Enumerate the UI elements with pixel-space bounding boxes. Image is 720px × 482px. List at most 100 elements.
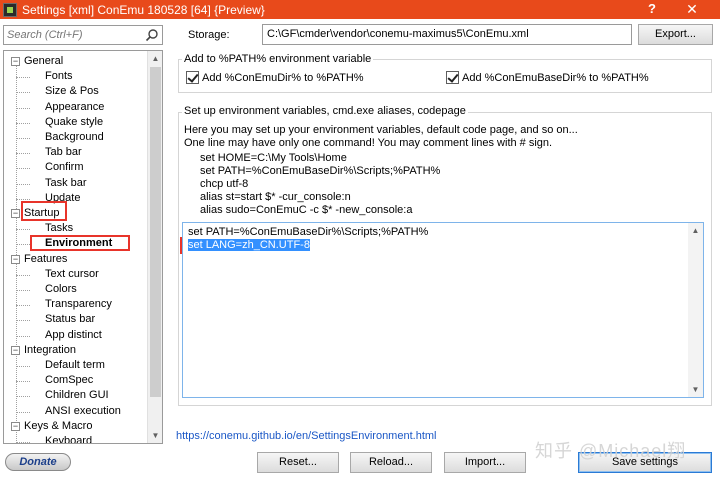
tree-connector: [16, 396, 30, 398]
tree-item-default-term[interactable]: Default term: [45, 358, 105, 373]
tree-item-text-cursor[interactable]: Text cursor: [45, 267, 99, 282]
tree-item-fonts[interactable]: Fonts: [45, 69, 73, 84]
window-title: Settings [xml] ConEmu 180528 [64] {Previ…: [22, 2, 265, 17]
title-bar: Settings [xml] ConEmu 180528 [64] {Previ…: [0, 0, 720, 19]
tree-item-label: Size & Pos: [45, 85, 99, 98]
example-line: alias sudo=ConEmuC -c $* -new_console:a: [200, 204, 413, 216]
environment-editor[interactable]: set PATH=%ConEmuBaseDir%\Scripts;%PATH% …: [182, 222, 704, 398]
chevron-down-icon[interactable]: ▼: [148, 428, 162, 443]
tree-item-app-distinct[interactable]: App distinct: [45, 328, 102, 343]
collapse-icon[interactable]: −: [11, 421, 20, 431]
tree-item-general[interactable]: General: [24, 54, 63, 69]
tree-item-status-bar[interactable]: Status bar: [45, 312, 95, 327]
chevron-up-icon[interactable]: ▲: [148, 51, 162, 66]
tree-connector: [16, 381, 30, 383]
conemu-app-icon: [3, 2, 17, 17]
tree-item-ansi-execution[interactable]: ANSI execution: [45, 404, 121, 419]
search-icon[interactable]: [145, 28, 159, 42]
tree-item-tasks[interactable]: Tasks: [45, 221, 73, 236]
tree-item-label: Default term: [45, 359, 105, 371]
chevron-down-icon[interactable]: ▼: [688, 382, 703, 397]
help-button[interactable]: ?: [644, 1, 660, 16]
example-line: chcp utf-8: [200, 178, 249, 190]
tree-item-confirm[interactable]: Confirm: [45, 160, 84, 175]
search-box: [3, 25, 163, 45]
storage-label: Storage:: [188, 29, 230, 41]
search-input[interactable]: [4, 26, 142, 44]
tree-item-label: Tab bar: [45, 146, 82, 159]
tree-connector: [16, 122, 30, 124]
add-conemubasedir-checkbox[interactable]: Add %ConEmuBaseDir% to %PATH%: [446, 71, 649, 84]
tree-guide-line: [16, 61, 17, 443]
tree-connector: [16, 305, 30, 307]
tree-item-tab-bar[interactable]: Tab bar: [45, 145, 82, 160]
tree-item-colors[interactable]: Colors: [45, 282, 77, 297]
collapse-icon[interactable]: −: [11, 209, 20, 218]
tree-item-label: Task bar: [45, 176, 87, 189]
tree-item-keyboard[interactable]: Keyboard: [45, 434, 92, 443]
import-button[interactable]: Import...: [444, 452, 526, 473]
tree-connector: [16, 107, 30, 109]
tree-item-appearance[interactable]: Appearance: [45, 100, 104, 115]
tree-item-label: Integration: [24, 343, 76, 356]
tree-connector: [16, 274, 30, 276]
tree-item-integration[interactable]: Integration: [24, 343, 76, 358]
tree-item-features[interactable]: Features: [24, 252, 67, 267]
example-line: set PATH=%ConEmuBaseDir%\Scripts;%PATH%: [200, 165, 441, 177]
checkbox-checked-icon[interactable]: [186, 71, 199, 84]
tree-item-label: General: [24, 55, 64, 67]
tree-item-label: Text cursor: [45, 267, 99, 280]
tree-item-label: App distinct: [45, 328, 102, 341]
add-conemudir-checkbox[interactable]: Add %ConEmuDir% to %PATH%: [186, 71, 364, 84]
tree-item-label: ANSI execution: [45, 404, 121, 417]
reset-button[interactable]: Reset...: [257, 452, 339, 473]
tree-item-label: Appearance: [45, 100, 105, 113]
tree-connector: [16, 92, 30, 94]
tree-item-task-bar[interactable]: Task bar: [45, 176, 87, 191]
help-link[interactable]: https://conemu.github.io/en/SettingsEnvi…: [176, 430, 436, 442]
collapse-icon[interactable]: −: [11, 57, 20, 66]
tree-connector: [16, 335, 30, 337]
tree-scrollbar-thumb[interactable]: [150, 67, 161, 397]
tree-item-label: Confirm: [45, 161, 84, 174]
tree-connector: [16, 442, 30, 443]
collapse-icon[interactable]: −: [11, 345, 20, 355]
tree-connector: [16, 77, 30, 79]
collapse-icon[interactable]: −: [11, 254, 20, 264]
tree-item-comspec[interactable]: ComSpec: [45, 373, 93, 388]
tree-connector: [16, 229, 30, 231]
tree-item-transparency[interactable]: Transparency: [45, 297, 112, 312]
add-conemudir-label: Add %ConEmuDir% to %PATH%: [202, 71, 364, 84]
environment-description-2: One line may have only one command! You …: [184, 137, 553, 149]
export-button[interactable]: Export...: [638, 24, 713, 45]
tree-connector: [16, 290, 30, 291]
tree-item-label: Tasks: [45, 222, 74, 235]
close-button[interactable]: ✕: [672, 0, 712, 18]
add-conemubasedir-label: Add %ConEmuBaseDir% to %PATH%: [462, 71, 649, 84]
tree-item-background[interactable]: Background: [45, 130, 104, 145]
editor-selection[interactable]: set LANG=zh_CN.UTF-8: [188, 239, 310, 251]
tree-item-label: Features: [24, 252, 68, 265]
annotation-box-startup: [21, 201, 67, 221]
path-group-title: Add to %PATH% environment variable: [182, 53, 374, 65]
tree-item-quake-style[interactable]: Quake style: [45, 115, 103, 130]
annotation-box-environment: [30, 235, 130, 251]
tree-item-keys-macro[interactable]: Keys & Macro: [24, 419, 92, 434]
tree-scrollbar[interactable]: ▲ ▼: [147, 51, 162, 443]
tree-item-label: Status bar: [45, 313, 96, 326]
editor-scrollbar[interactable]: ▲ ▼: [688, 223, 703, 397]
donate-button[interactable]: Donate: [5, 453, 71, 471]
checkbox-checked-icon[interactable]: [446, 71, 459, 84]
chevron-up-icon[interactable]: ▲: [688, 223, 703, 238]
storage-path-field[interactable]: C:\GF\cmder\vendor\conemu-maximus5\ConEm…: [262, 24, 632, 45]
editor-line[interactable]: set PATH=%ConEmuBaseDir%\Scripts;%PATH%: [188, 226, 428, 238]
tree-item-label: Keys & Macro: [24, 419, 93, 432]
reload-button[interactable]: Reload...: [350, 452, 432, 473]
tree-connector: [16, 411, 30, 413]
editor-line-selected[interactable]: set LANG=zh_CN.UTF-8: [188, 239, 310, 251]
tree-item-label: ComSpec: [45, 374, 94, 387]
tree-connector: [16, 198, 30, 200]
tree-item-size-pos[interactable]: Size & Pos: [45, 84, 99, 99]
tree-connector: [16, 153, 30, 155]
tree-item-children-gui[interactable]: Children GUI: [45, 388, 109, 403]
